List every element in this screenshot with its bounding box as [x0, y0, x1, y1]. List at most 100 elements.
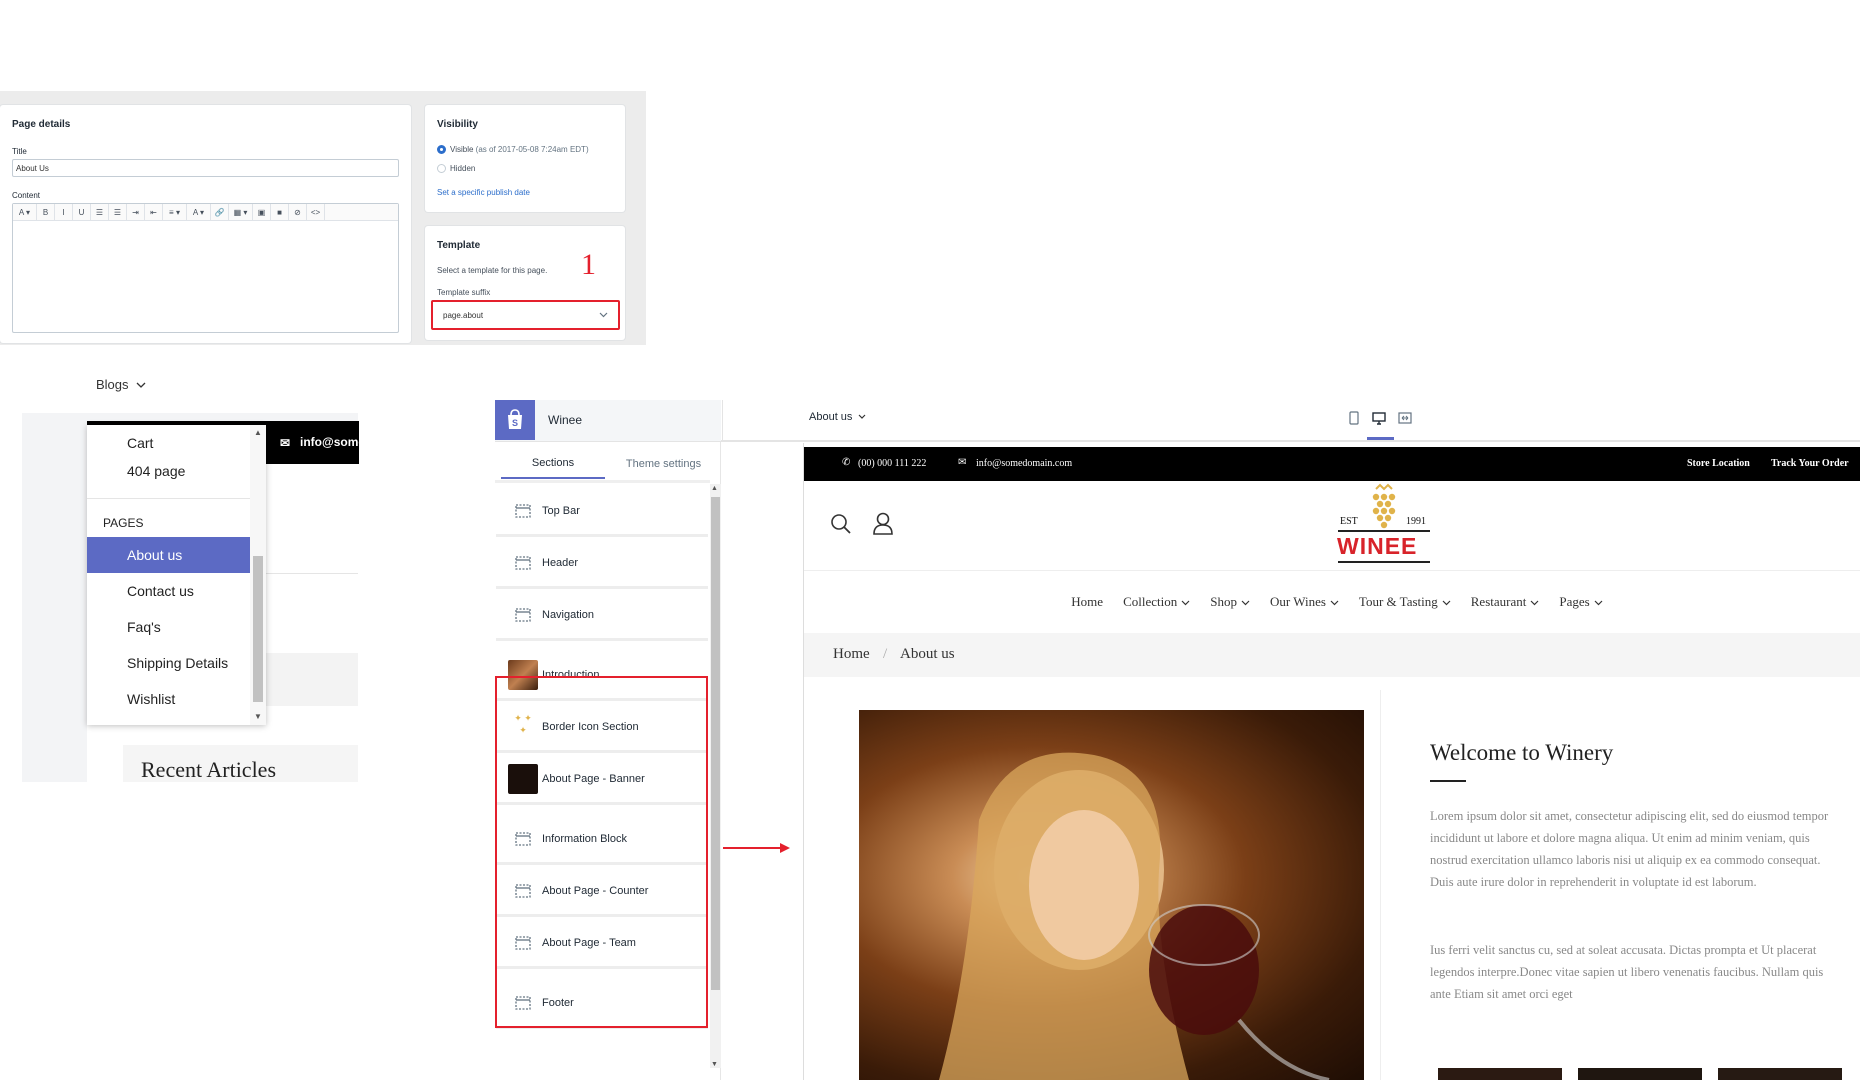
toolbar-button[interactable]: A ▾: [187, 204, 211, 220]
template-suffix-select[interactable]: page.about: [431, 300, 620, 330]
scroll-down-icon[interactable]: ▼: [711, 1061, 718, 1068]
toolbar-button[interactable]: ■: [271, 204, 289, 220]
nav-item-collection[interactable]: Collection: [1123, 594, 1190, 610]
hidden-label: Hidden: [450, 164, 476, 173]
sections-scroll-thumb[interactable]: [711, 497, 720, 990]
template-suffix-label: Template suffix: [437, 288, 491, 297]
toolbar-button[interactable]: A ▾: [13, 204, 37, 220]
scroll-down-icon[interactable]: ▼: [254, 712, 262, 721]
title-input[interactable]: About Us: [12, 159, 399, 177]
publish-date-link[interactable]: Set a specific publish date: [437, 188, 530, 197]
page-details-card: Page details Title About Us Content A ▾ B…: [0, 105, 411, 343]
toolbar-button[interactable]: ▦ ▾: [229, 204, 253, 220]
blogs-menu-trigger[interactable]: Blogs: [96, 377, 146, 392]
toolbar-button[interactable]: ⇤: [145, 204, 163, 220]
title-label: Title: [12, 147, 27, 156]
toolbar-button[interactable]: <>: [307, 204, 325, 220]
section-item-navigation[interactable]: Navigation: [496, 591, 708, 641]
welcome-title: Welcome to Winery: [1430, 740, 1614, 765]
section-item-top-bar[interactable]: Top Bar: [496, 487, 708, 537]
account-icon[interactable]: [872, 512, 894, 535]
nav-item-restaurant[interactable]: Restaurant: [1471, 594, 1540, 610]
section-item-label: Navigation: [542, 608, 594, 621]
desktop-view-icon[interactable]: [1372, 411, 1386, 430]
recent-articles-box: Recent Articles: [123, 745, 358, 782]
divider: [1380, 690, 1381, 1080]
scroll-up-icon[interactable]: ▲: [254, 428, 262, 437]
dropdown-scroll-thumb[interactable]: [253, 556, 263, 702]
shopify-logo: S: [495, 400, 535, 440]
toolbar-button[interactable]: ☰: [91, 204, 109, 220]
tab-theme-settings[interactable]: Theme settings: [610, 449, 717, 479]
logo-name: WINEE: [1337, 533, 1418, 559]
visible-option[interactable]: Visible (as of 2017-05-08 7:24am EDT): [437, 145, 589, 155]
section-item-header[interactable]: Header: [496, 539, 708, 589]
logo-year: 1991: [1406, 516, 1426, 527]
toolbar-button[interactable]: I: [55, 204, 73, 220]
breadcrumb: Home / About us: [804, 633, 1860, 677]
toolbar-button[interactable]: ≡ ▾: [163, 204, 187, 220]
nav-item-label: Restaurant: [1470, 594, 1527, 609]
page-selector[interactable]: About us: [809, 411, 866, 423]
tab-sections[interactable]: Sections: [501, 449, 605, 479]
menu-item-faqs[interactable]: Faq's: [87, 609, 250, 645]
pages-section-label: PAGES: [103, 516, 144, 530]
nav-item-label: Home: [1071, 594, 1104, 609]
chevron-down-icon: [1590, 594, 1603, 609]
menu-item-about-us[interactable]: About us: [87, 537, 250, 573]
winee-logo[interactable]: EST 1991 WINEE: [1336, 481, 1431, 571]
scroll-up-icon[interactable]: ▲: [711, 485, 718, 492]
nav-item-home[interactable]: Home: [1071, 594, 1103, 610]
search-icon[interactable]: [830, 513, 852, 535]
nav-item-tour-tasting[interactable]: Tour & Tasting: [1359, 594, 1451, 610]
intro-paragraph-2: Ius ferri velit sanctus cu, sed at solea…: [1430, 943, 1824, 1001]
nav-item-pages[interactable]: Pages: [1559, 594, 1603, 610]
nav-item-label: Shop: [1210, 594, 1237, 609]
nav-item-label: Our Wines: [1269, 594, 1326, 609]
grape-logo-icon: [1372, 483, 1396, 529]
toolbar-button[interactable]: 🔗: [211, 204, 229, 220]
nav-item-our-wines[interactable]: Our Wines: [1270, 594, 1339, 610]
mobile-view-icon[interactable]: [1348, 411, 1360, 430]
gallery-thumb: [1578, 1068, 1702, 1080]
site-header: EST 1991 WINEE: [804, 481, 1860, 571]
toolbar-button[interactable]: B: [37, 204, 55, 220]
nav-item-shop[interactable]: Shop: [1210, 594, 1250, 610]
title-input-value: About Us: [16, 163, 49, 173]
site-navigation: Home Collection Shop Our Wines Tour & Tastin…: [804, 572, 1860, 632]
toolbar-button[interactable]: ⇥: [127, 204, 145, 220]
recent-articles-heading: Recent Articles: [141, 757, 277, 782]
annotation-number: 1: [581, 248, 596, 281]
content-editor[interactable]: A ▾ B I U ☰ ☰ ⇥ ⇤ ≡ ▾ A ▾ 🔗 ▦ ▾ ▣ ■ ⊘ <>: [12, 203, 399, 333]
visible-radio[interactable]: [437, 145, 446, 155]
breadcrumb-current: About us: [900, 646, 955, 662]
chevron-down-icon: [859, 414, 866, 419]
breadcrumb-home[interactable]: Home: [833, 646, 870, 663]
toolbar-button[interactable]: U: [73, 204, 91, 220]
fullscreen-view-icon[interactable]: [1398, 411, 1412, 430]
section-layout-icon: [506, 503, 540, 518]
menu-item-wishlist[interactable]: Wishlist: [87, 681, 250, 717]
toolbar-button[interactable]: ⊘: [289, 204, 307, 220]
menu-item-404[interactable]: 404 page: [87, 453, 250, 489]
chevron-down-icon: [136, 382, 146, 388]
about-hero-image: [859, 710, 1364, 1080]
logo-rule: [1338, 530, 1430, 532]
arrow-right-icon: [723, 843, 790, 853]
topbar-email: info@somedomain.com: [976, 458, 1073, 469]
hidden-option[interactable]: Hidden: [437, 164, 476, 174]
chevron-down-icon: [1526, 594, 1539, 609]
track-order-link[interactable]: Track Your Order: [1771, 458, 1849, 469]
menu-item-shipping[interactable]: Shipping Details: [87, 645, 250, 681]
section-item-label: Header: [542, 556, 579, 569]
toolbar-button[interactable]: ▣: [253, 204, 271, 220]
store-location-link[interactable]: Store Location: [1687, 458, 1750, 469]
divider: [722, 400, 723, 442]
visibility-card: Visibility Visible (as of 2017-05-08 7:2…: [425, 105, 625, 212]
page-details-heading: Page details: [12, 119, 71, 130]
breadcrumb-separator: /: [883, 646, 888, 662]
chevron-down-icon: [1438, 594, 1451, 609]
menu-item-contact-us[interactable]: Contact us: [87, 573, 250, 609]
hidden-radio[interactable]: [437, 164, 446, 174]
toolbar-button[interactable]: ☰: [109, 204, 127, 220]
